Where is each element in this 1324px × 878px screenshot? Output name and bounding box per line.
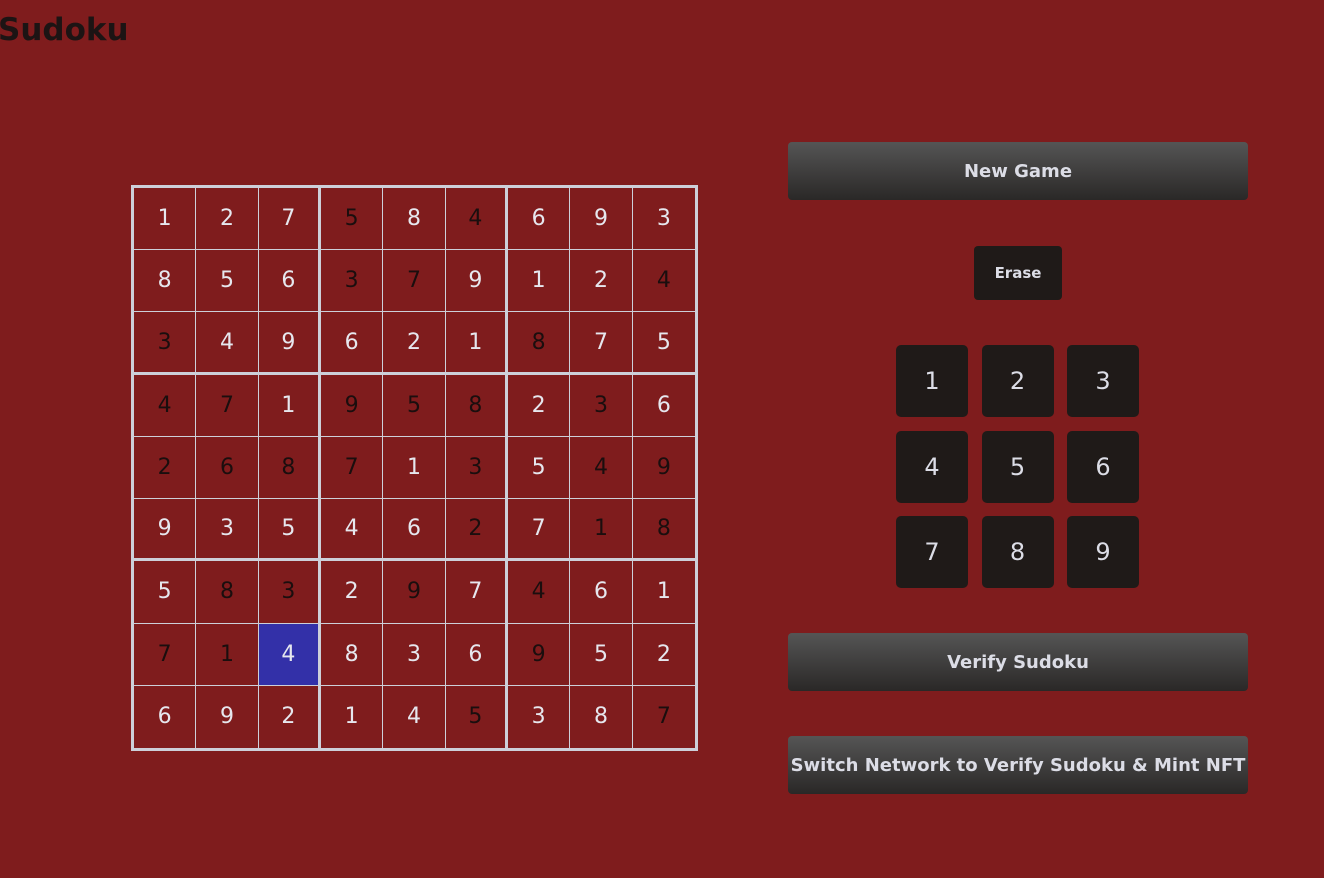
sudoku-cell[interactable]: 1 — [570, 499, 633, 562]
sudoku-cell[interactable]: 2 — [570, 250, 633, 313]
numpad-button-6[interactable]: 6 — [1067, 430, 1139, 503]
sudoku-cell[interactable]: 4 — [196, 312, 259, 375]
switch-network-button[interactable]: Switch Network to Verify Sudoku & Mint N… — [788, 736, 1248, 794]
sudoku-cell[interactable]: 5 — [196, 250, 259, 313]
sudoku-cell[interactable]: 1 — [321, 685, 384, 748]
numpad-button-2[interactable]: 2 — [981, 345, 1054, 417]
sudoku-cell[interactable]: 6 — [258, 250, 321, 313]
sudoku-cell[interactable]: 2 — [445, 499, 508, 562]
sudoku-cell[interactable]: 9 — [320, 374, 384, 437]
sudoku-cell[interactable]: 1 — [258, 374, 321, 437]
sudoku-cell[interactable]: 8 — [445, 374, 508, 437]
new-game-button[interactable]: New Game — [788, 142, 1248, 200]
number-pad: 123 456 789 — [896, 345, 1139, 588]
sudoku-cell-selected[interactable]: 4 — [258, 623, 321, 686]
sudoku-cell[interactable]: 8 — [320, 623, 384, 686]
sudoku-cell[interactable]: 5 — [383, 374, 446, 437]
sudoku-cell[interactable]: 6 — [445, 623, 508, 686]
sudoku-cell[interactable]: 2 — [259, 685, 321, 748]
sudoku-cell[interactable]: 7 — [570, 312, 633, 375]
sudoku-cell[interactable]: 4 — [632, 250, 695, 313]
sudoku-cell[interactable]: 7 — [383, 250, 446, 313]
numpad-button-7[interactable]: 7 — [896, 516, 968, 588]
sudoku-cell[interactable]: 5 — [320, 188, 384, 251]
sudoku-cell[interactable]: 2 — [196, 188, 259, 251]
sudoku-cell[interactable]: 2 — [507, 374, 571, 437]
sudoku-cell[interactable]: 7 — [445, 561, 508, 624]
sudoku-board: 1275846938563791243496218754719582362687… — [131, 185, 698, 751]
sudoku-cell[interactable]: 4 — [320, 499, 384, 562]
sudoku-cell[interactable]: 9 — [134, 499, 197, 562]
sudoku-cell[interactable]: 3 — [320, 250, 384, 313]
sudoku-cell[interactable]: 6 — [196, 436, 259, 500]
sudoku-cell[interactable]: 5 — [570, 623, 633, 686]
sudoku-cell[interactable]: 8 — [134, 250, 197, 313]
sudoku-cell[interactable]: 8 — [258, 436, 321, 500]
sudoku-cell[interactable]: 5 — [507, 436, 571, 500]
sudoku-cell[interactable]: 2 — [632, 624, 695, 686]
sudoku-cell[interactable]: 9 — [445, 250, 508, 313]
sudoku-cell[interactable]: 5 — [632, 312, 695, 375]
sudoku-cell[interactable]: 4 — [570, 436, 633, 500]
sudoku-cell[interactable]: 1 — [196, 623, 259, 686]
numpad-button-5[interactable]: 5 — [981, 430, 1054, 503]
sudoku-cell[interactable]: 1 — [383, 436, 446, 500]
sudoku-cell[interactable]: 6 — [570, 561, 633, 624]
sudoku-cell[interactable]: 3 — [570, 374, 633, 437]
sudoku-cell[interactable]: 4 — [445, 188, 508, 251]
sudoku-cell[interactable]: 7 — [320, 436, 384, 500]
sudoku-cell[interactable]: 7 — [633, 686, 695, 748]
sudoku-cell[interactable]: 3 — [445, 436, 508, 500]
sudoku-cell[interactable]: 8 — [196, 561, 259, 624]
sudoku-cell[interactable]: 2 — [320, 561, 384, 624]
sudoku-cell[interactable]: 4 — [383, 685, 446, 748]
verify-sudoku-button[interactable]: Verify Sudoku — [788, 633, 1248, 691]
sudoku-cell[interactable]: 3 — [632, 188, 695, 251]
sudoku-cell[interactable]: 7 — [507, 499, 571, 562]
sudoku-cell[interactable]: 9 — [507, 623, 571, 686]
sudoku-cell[interactable]: 8 — [632, 499, 695, 562]
sudoku-cell[interactable]: 7 — [196, 374, 259, 437]
sudoku-cell[interactable]: 9 — [196, 685, 259, 748]
sudoku-cell[interactable]: 1 — [445, 312, 508, 375]
sudoku-cell[interactable]: 7 — [134, 623, 197, 686]
page-title: Sudoku — [0, 12, 129, 48]
numpad-button-3[interactable]: 3 — [1067, 345, 1139, 417]
sudoku-cell[interactable]: 8 — [570, 685, 633, 748]
sudoku-cell[interactable]: 9 — [258, 312, 321, 375]
sudoku-cell[interactable]: 1 — [632, 561, 695, 624]
sudoku-cell[interactable]: 5 — [258, 499, 321, 562]
sudoku-cell[interactable]: 3 — [508, 685, 571, 748]
sudoku-cell[interactable]: 5 — [134, 561, 197, 624]
sudoku-cell[interactable]: 5 — [446, 685, 508, 748]
sudoku-cell[interactable]: 3 — [258, 561, 321, 624]
sudoku-cell[interactable]: 1 — [134, 188, 197, 251]
numpad-button-8[interactable]: 8 — [981, 516, 1054, 588]
sudoku-cell[interactable]: 2 — [383, 312, 446, 375]
sudoku-cell[interactable]: 1 — [507, 250, 571, 313]
sudoku-cell[interactable]: 8 — [507, 312, 571, 375]
numpad-button-1[interactable]: 1 — [896, 345, 968, 417]
sudoku-cell[interactable]: 6 — [632, 375, 695, 437]
sudoku-cell[interactable]: 3 — [383, 623, 446, 686]
numpad-button-9[interactable]: 9 — [1067, 516, 1139, 588]
sudoku-cell[interactable]: 4 — [507, 561, 571, 624]
erase-button[interactable]: Erase — [974, 246, 1062, 300]
sudoku-cell[interactable]: 9 — [570, 188, 633, 251]
sudoku-cell[interactable]: 3 — [196, 499, 259, 562]
sudoku-cell[interactable]: 6 — [507, 188, 571, 251]
sudoku-cell[interactable]: 6 — [134, 685, 197, 748]
sudoku-cell[interactable]: 3 — [134, 312, 197, 375]
numpad-button-4[interactable]: 4 — [896, 430, 968, 503]
sudoku-cell[interactable]: 6 — [383, 499, 446, 562]
sudoku-cell[interactable]: 7 — [258, 188, 321, 251]
sudoku-cell[interactable]: 9 — [383, 561, 446, 624]
sudoku-cell[interactable]: 6 — [320, 312, 384, 375]
sudoku-cell[interactable]: 8 — [383, 188, 446, 251]
sudoku-cell[interactable]: 9 — [632, 437, 695, 500]
sudoku-cell[interactable]: 4 — [134, 374, 197, 437]
sudoku-cell[interactable]: 2 — [134, 436, 197, 500]
